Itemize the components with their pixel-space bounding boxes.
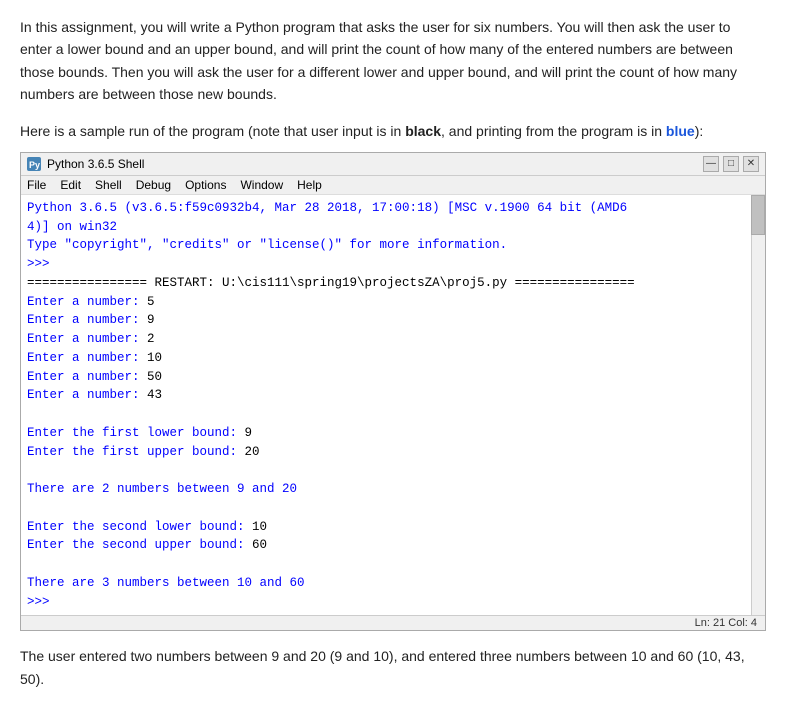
titlebar: Py Python 3.6.5 Shell — □ ✕: [21, 153, 765, 176]
python-shell-window: Py Python 3.6.5 Shell — □ ✕ File Edit Sh…: [20, 152, 766, 632]
shell-line-8: Enter a number: 2: [27, 330, 759, 349]
shell-content[interactable]: Python 3.6.5 (v3.6.5:f59c0932b4, Mar 28 …: [21, 195, 765, 616]
menu-debug[interactable]: Debug: [136, 178, 171, 192]
close-button[interactable]: ✕: [743, 156, 759, 172]
shell-line-12: [27, 405, 759, 424]
menu-edit[interactable]: Edit: [60, 178, 81, 192]
intro-middle: , and printing from the program is in: [441, 123, 666, 139]
shell-line-20: [27, 555, 759, 574]
menu-options[interactable]: Options: [185, 178, 226, 192]
shell-line-4: >>>: [27, 255, 759, 274]
menu-window[interactable]: Window: [240, 178, 283, 192]
shell-line-18: Enter the second lower bound: 10: [27, 518, 759, 537]
shell-line-3: Type "copyright", "credits" or "license(…: [27, 236, 759, 255]
window-controls[interactable]: — □ ✕: [703, 156, 759, 172]
shell-line-13: Enter the first lower bound: 9: [27, 424, 759, 443]
intro-prefix: Here is a sample run of the program (not…: [20, 123, 405, 139]
shell-line-16: There are 2 numbers between 9 and 20: [27, 480, 759, 499]
statusbar-text: Ln: 21 Col: 4: [695, 617, 757, 629]
titlebar-left: Py Python 3.6.5 Shell: [27, 157, 144, 171]
shell-line-7: Enter a number: 9: [27, 311, 759, 330]
blue-word: blue: [666, 123, 695, 139]
python-icon: Py: [27, 157, 41, 171]
window-title: Python 3.6.5 Shell: [47, 157, 144, 171]
shell-line-5: ================ RESTART: U:\cis111\spri…: [27, 274, 759, 293]
description-para1: In this assignment, you will write a Pyt…: [20, 16, 766, 106]
shell-line-1: Python 3.6.5 (v3.6.5:f59c0932b4, Mar 28 …: [27, 199, 759, 218]
shell-line-21: There are 3 numbers between 10 and 60: [27, 574, 759, 593]
scrollbar-thumb[interactable]: [751, 195, 765, 235]
sample-run-intro: Here is a sample run of the program (not…: [20, 120, 766, 142]
statusbar: Ln: 21 Col: 4: [21, 615, 765, 630]
shell-line-14: Enter the first upper bound: 20: [27, 443, 759, 462]
svg-text:Py: Py: [29, 160, 40, 170]
shell-line-17: [27, 499, 759, 518]
intro-suffix: ):: [695, 123, 704, 139]
minimize-button[interactable]: —: [703, 156, 719, 172]
description: In this assignment, you will write a Pyt…: [20, 16, 766, 142]
shell-line-10: Enter a number: 50: [27, 368, 759, 387]
shell-line-11: Enter a number: 43: [27, 386, 759, 405]
menu-file[interactable]: File: [27, 178, 46, 192]
footer-text: The user entered two numbers between 9 a…: [20, 645, 766, 690]
shell-line-15: [27, 461, 759, 480]
menu-shell[interactable]: Shell: [95, 178, 122, 192]
shell-line-22: >>>: [27, 593, 759, 612]
shell-line-19: Enter the second upper bound: 60: [27, 536, 759, 555]
menubar: File Edit Shell Debug Options Window Hel…: [21, 176, 765, 195]
menu-help[interactable]: Help: [297, 178, 322, 192]
shell-line-2: 4)] on win32: [27, 218, 759, 237]
maximize-button[interactable]: □: [723, 156, 739, 172]
shell-line-9: Enter a number: 10: [27, 349, 759, 368]
shell-line-6: Enter a number: 5: [27, 293, 759, 312]
bold-word: black: [405, 123, 441, 139]
scrollbar-track[interactable]: [751, 195, 765, 616]
